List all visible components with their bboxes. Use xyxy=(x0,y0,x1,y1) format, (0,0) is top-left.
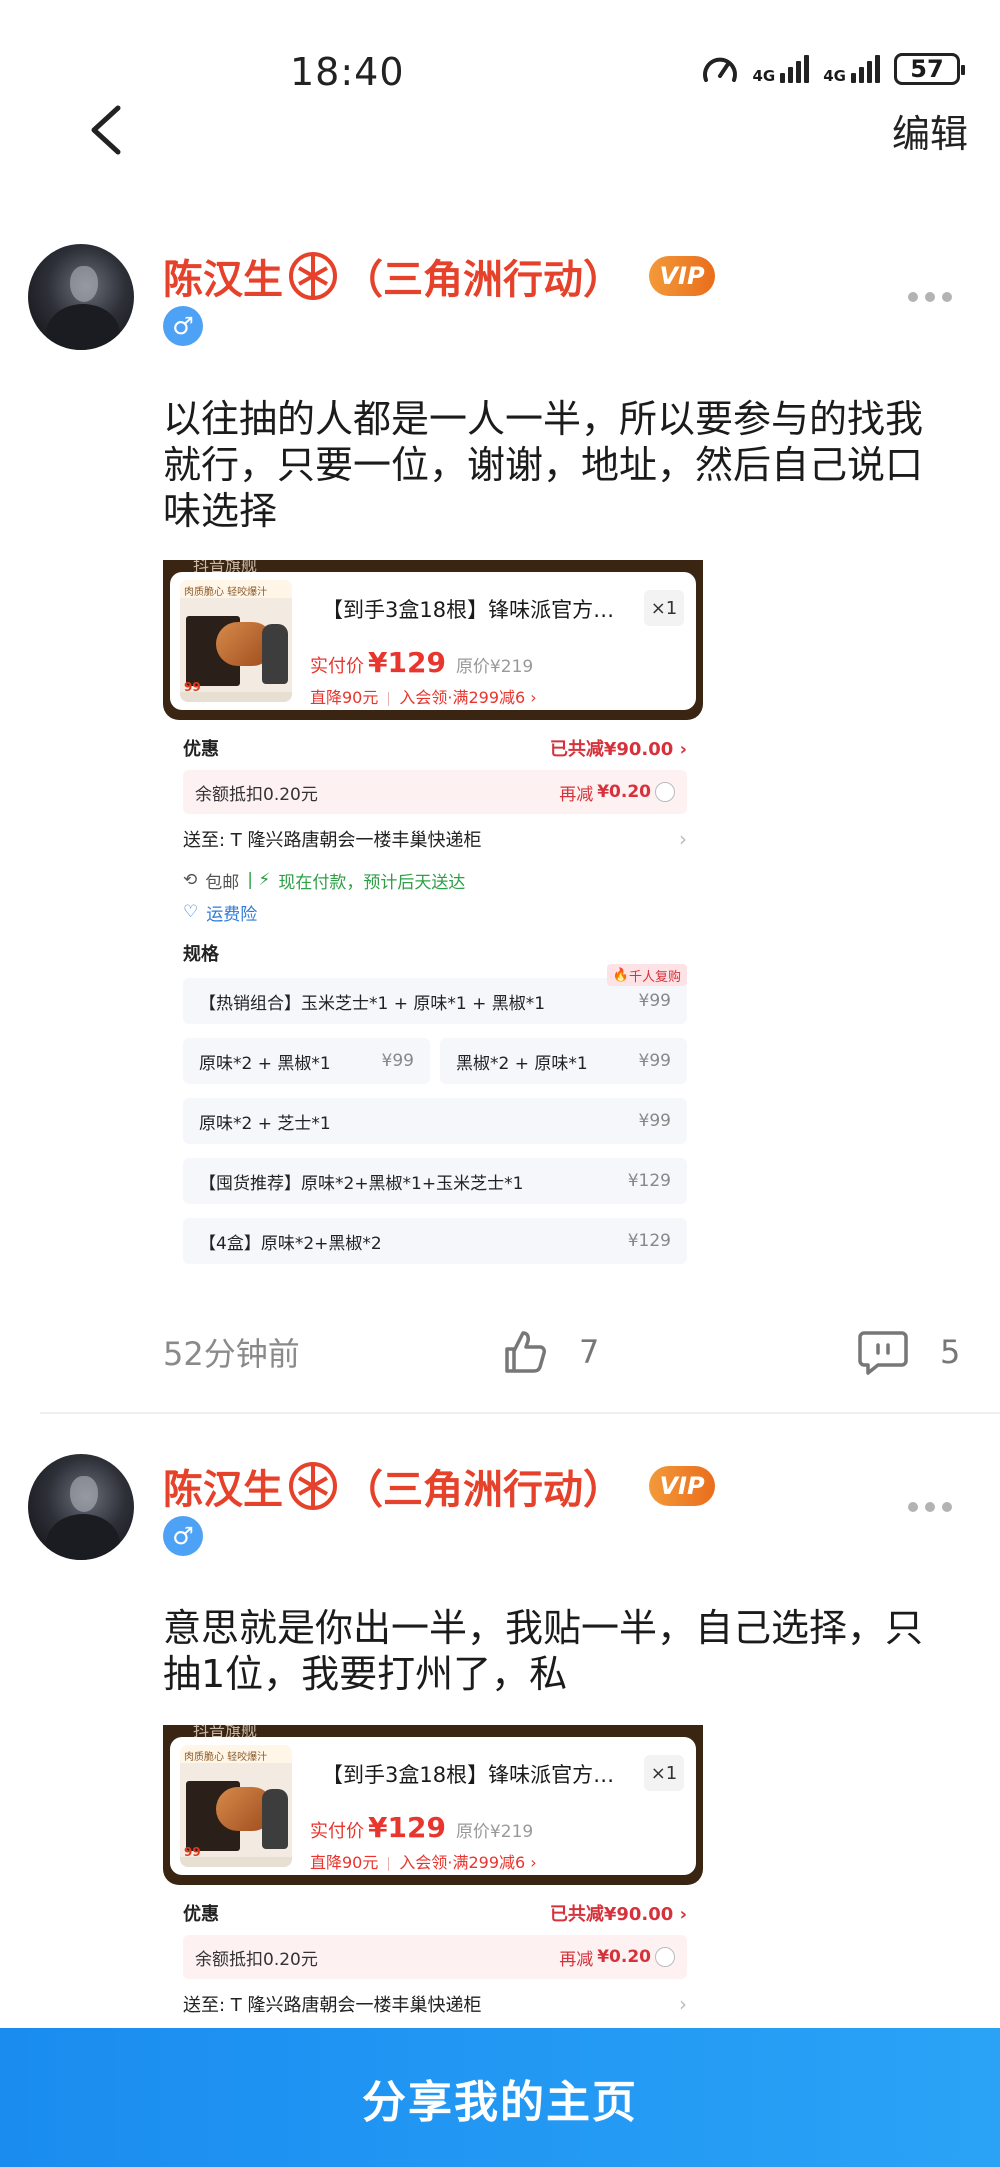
order-screenshot: 抖音旗舰 肉质脆心 轻咬爆汁 99 【到手3盒18根】锋味派官方… ×1 实付价… xyxy=(163,1725,703,2028)
avatar[interactable] xyxy=(28,1454,134,1560)
product-title: 【到手3盒18根】锋味派官方… xyxy=(322,1763,615,1787)
spec-option[interactable]: 【囤货推荐】原味*2+黑椒*1+玉米芝士*1 ¥129 xyxy=(183,1158,687,1204)
signal-icon-2: 4G xyxy=(823,55,880,84)
speedometer-icon xyxy=(702,57,737,82)
author-suffix: （三角洲行动） xyxy=(343,1467,623,1513)
chevron-right-icon: › xyxy=(679,1992,687,2016)
post-text: 以往抽的人都是一人一半，所以要参与的找我就行，只要一位，谢谢，地址，然后自己说口… xyxy=(163,397,924,533)
vip-badge: VIP xyxy=(649,256,715,296)
post-meta: 52分钟前 7 5 xyxy=(163,1322,963,1382)
signal-icon-1: 4G xyxy=(753,55,810,84)
author-name[interactable]: 陈汉生 xyxy=(163,1457,283,1515)
game-badge-icon xyxy=(289,1462,337,1510)
status-time: 18:40 xyxy=(290,50,405,94)
vip-badge: VIP xyxy=(649,1466,715,1506)
discount-section: 优惠 已共减¥90.00 › xyxy=(183,739,687,760)
insurance-info: ♡ 运费险 xyxy=(183,902,258,925)
balance-row[interactable]: 余额抵扣0.20元 再减 ¥0.20 xyxy=(183,770,687,814)
post-time: 52分钟前 xyxy=(163,1335,300,1373)
ship-to-row[interactable]: 送至: T 隆兴路唐朝会一楼丰巢快递柜 › xyxy=(163,1979,703,2028)
game-badge-icon xyxy=(289,252,337,300)
heart-shield-icon: ♡ xyxy=(183,902,199,922)
comment-button[interactable]: 5 xyxy=(856,1327,960,1377)
back-arrow-icon[interactable] xyxy=(82,100,130,160)
spec-option[interactable]: 【4盒】原味*2+黑椒*2 ¥129 xyxy=(183,1218,687,1264)
product-header: 抖音旗舰 肉质脆心 轻咬爆汁 99 【到手3盒18根】锋味派官方… ×1 实付价… xyxy=(163,560,703,720)
radio-icon[interactable] xyxy=(655,1947,675,1967)
product-header: 抖音旗舰 肉质脆心 轻咬爆汁 99 【到手3盒18根】锋味派官方… ×1 实付价… xyxy=(163,1725,703,1885)
order-screenshot: 抖音旗舰 肉质脆心 轻咬爆汁 99 【到手3盒18根】锋味派官方… ×1 实付价… xyxy=(163,560,703,1280)
ship-to-row[interactable]: 送至: T 隆兴路唐朝会一楼丰巢快递柜 › xyxy=(163,814,703,864)
discount-row: 直降90元 入会领·满299减6 › xyxy=(310,688,537,707)
spec-option[interactable]: 原味*2 + 芝士*1 ¥99 xyxy=(183,1098,687,1144)
male-gender-icon: ♂ xyxy=(163,306,203,346)
lightning-icon: | ⚡ xyxy=(247,870,271,890)
like-button[interactable]: 7 xyxy=(499,1327,599,1377)
product-card: 肉质脆心 轻咬爆汁 99 【到手3盒18根】锋味派官方… ×1 实付价 ¥129… xyxy=(170,572,696,710)
pay-price-row: 实付价 ¥129 原价¥219 xyxy=(310,646,534,679)
status-icons: 4G 4G 57 xyxy=(701,52,965,86)
edit-button[interactable]: 编辑 xyxy=(892,103,968,158)
product-card: 肉质脆心 轻咬爆汁 99 【到手3盒18根】锋味派官方… ×1 实付价 ¥129… xyxy=(170,1737,696,1875)
post-divider xyxy=(40,1412,1000,1414)
discount-section: 优惠 已共减¥90.00 › xyxy=(183,1904,687,1925)
spec-option[interactable]: 【热销组合】玉米芝士*1 + 原味*1 + 黑椒*1 ¥99 🔥 千人复购 xyxy=(183,964,687,1024)
chevron-right-icon: › xyxy=(679,827,687,851)
product-title: 【到手3盒18根】锋味派官方… xyxy=(322,598,615,622)
male-gender-icon: ♂ xyxy=(163,1516,203,1556)
thumbs-up-icon xyxy=(505,1331,546,1373)
author-suffix: （三角洲行动） xyxy=(343,257,623,303)
quantity-badge: ×1 xyxy=(644,590,684,626)
battery-icon: 57 xyxy=(894,53,965,85)
product-thumbnail: 肉质脆心 轻咬爆汁 99 xyxy=(180,580,292,702)
quantity-badge: ×1 xyxy=(644,1755,684,1791)
post-text: 意思就是你出一半，我贴一半，自己选择，只抽1位，我要打州了，私 xyxy=(163,1606,924,1696)
spec-option-pair: 原味*2 + 黑椒*1 ¥99 黑椒*2 + 原味*1 ¥99 xyxy=(183,1038,687,1084)
author-row: 陈汉生 （三角洲行动） VIP xyxy=(163,1458,715,1514)
package-icon: ⟲ xyxy=(183,870,198,890)
more-options-icon[interactable] xyxy=(908,292,952,302)
status-bar: 18:40 4G 4G 57 xyxy=(0,0,1000,110)
product-thumbnail: 肉质脆心 轻咬爆汁 99 xyxy=(180,1745,292,1867)
spec-option[interactable]: 黑椒*2 + 原味*1 ¥99 xyxy=(440,1038,687,1084)
share-homepage-button[interactable]: 分享我的主页 xyxy=(0,2028,1000,2167)
balance-row[interactable]: 余额抵扣0.20元 再减 ¥0.20 xyxy=(183,1935,687,1979)
avatar[interactable] xyxy=(28,244,134,350)
hot-badge: 🔥 千人复购 xyxy=(606,964,687,986)
author-row: 陈汉生 （三角洲行动） VIP xyxy=(163,248,715,304)
discount-row: 直降90元 入会领·满299减6 › xyxy=(310,1853,537,1872)
spec-option[interactable]: 原味*2 + 黑椒*1 ¥99 xyxy=(183,1038,430,1084)
radio-icon[interactable] xyxy=(655,782,675,802)
pay-price-row: 实付价 ¥129 原价¥219 xyxy=(310,1811,534,1844)
author-name[interactable]: 陈汉生 xyxy=(163,247,283,305)
comment-icon xyxy=(858,1331,908,1375)
more-options-icon[interactable] xyxy=(908,1502,952,1512)
shipping-info: ⟲ 包邮 | ⚡ 现在付款，预计后天送达 xyxy=(183,870,466,893)
